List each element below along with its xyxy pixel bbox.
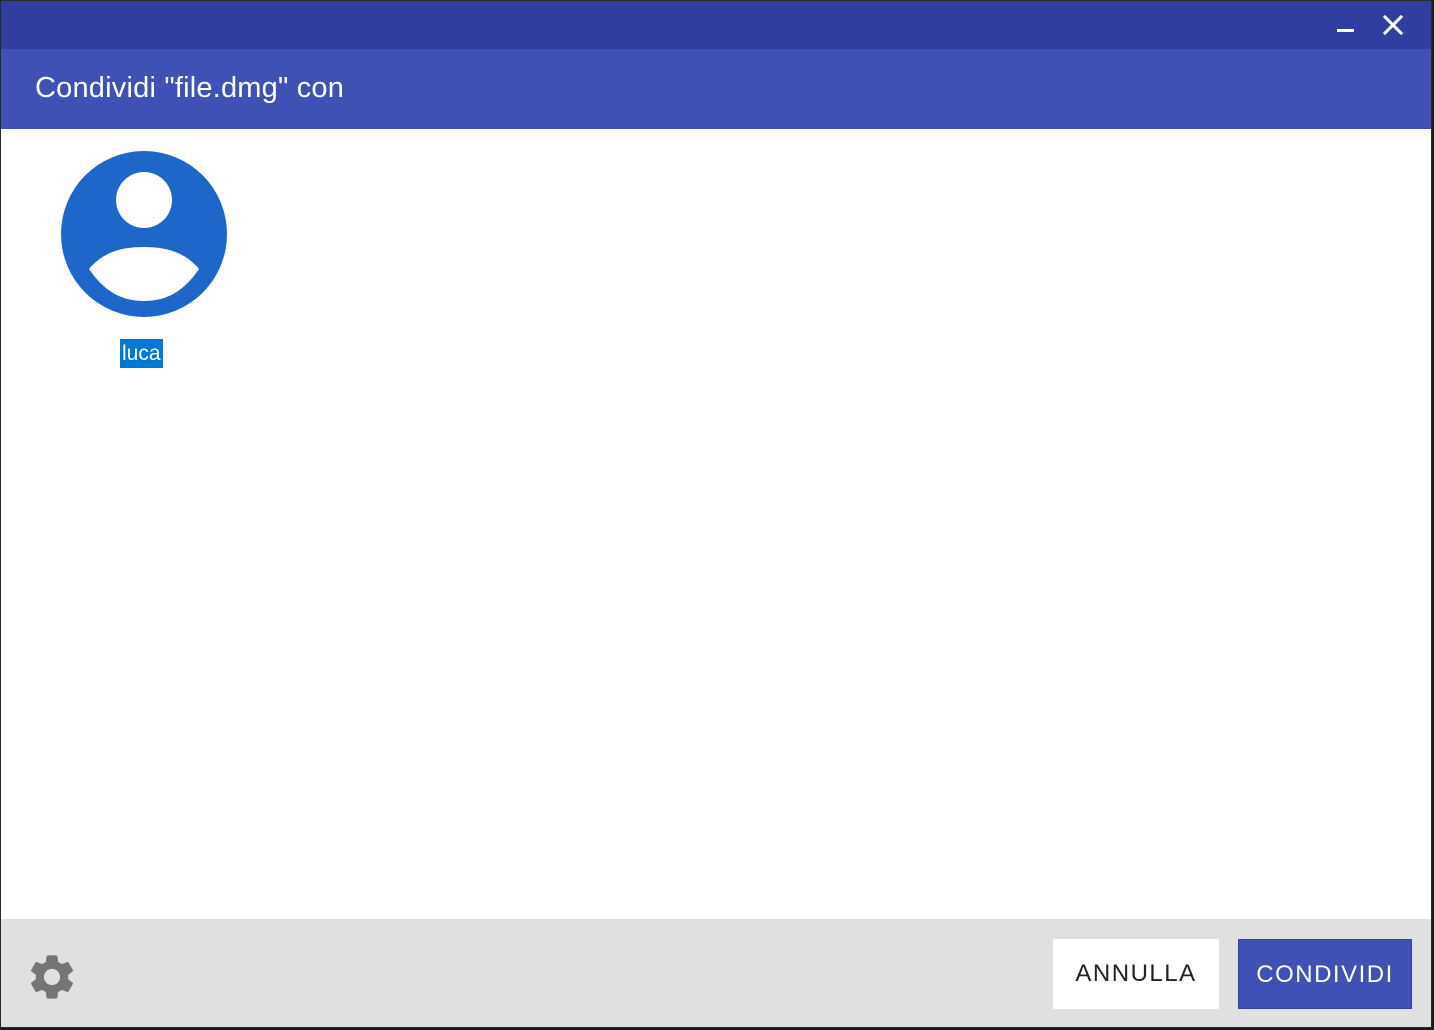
share-dialog-window: Condividi "file.dmg" con luca ANNULLA CO… xyxy=(0,0,1432,1028)
minimize-icon xyxy=(1337,29,1354,32)
dialog-title: Condividi "file.dmg" con xyxy=(35,72,345,104)
dialog-footer: ANNULLA CONDIVIDI xyxy=(1,919,1431,1027)
cancel-button[interactable]: ANNULLA xyxy=(1053,939,1219,1009)
dialog-header: Condividi "file.dmg" con xyxy=(1,49,1431,129)
share-button[interactable]: CONDIVIDI xyxy=(1238,939,1412,1009)
contacts-area: luca xyxy=(1,129,1431,919)
close-icon xyxy=(1382,14,1404,36)
settings-button[interactable] xyxy=(25,950,79,1004)
window-titlebar xyxy=(1,1,1431,49)
close-button[interactable] xyxy=(1375,7,1411,43)
gear-icon xyxy=(30,955,74,999)
minimize-button[interactable] xyxy=(1327,7,1363,43)
contact-name: luca xyxy=(120,339,163,368)
contact-item-luca[interactable]: luca xyxy=(59,149,229,369)
user-avatar-icon xyxy=(61,151,227,317)
